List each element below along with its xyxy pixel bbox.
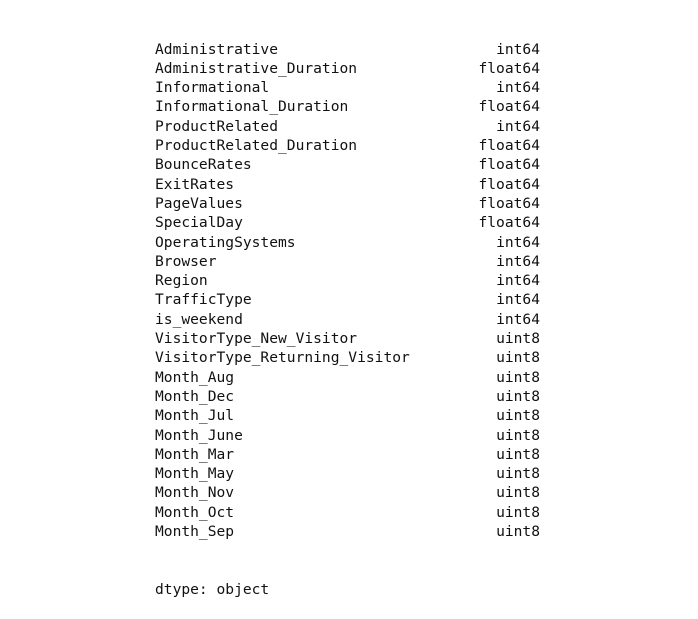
dtype-row: ProductRelated int64 <box>155 117 540 136</box>
column-dtype: int64 <box>496 117 540 135</box>
column-name: Informational <box>155 79 270 97</box>
column-dtype: int64 <box>496 79 540 97</box>
column-name: Month_Jul <box>155 407 235 425</box>
column-dtype: int64 <box>496 252 540 270</box>
column-dtype: float64 <box>478 175 540 193</box>
column-name: is_weekend <box>155 310 243 328</box>
dtype-row: Informational_Duration float64 <box>155 97 540 116</box>
dtype-row: Month_June uint8 <box>155 426 540 445</box>
dtype-row: VisitorType_Returning_Visitor uint8 <box>155 348 540 367</box>
dtype-row: Month_Mar uint8 <box>155 445 540 464</box>
column-name: ProductRelated_Duration <box>155 137 358 155</box>
column-dtype: float64 <box>478 98 540 116</box>
dtype-row: Month_Aug uint8 <box>155 368 540 387</box>
column-name: ExitRates <box>155 175 235 193</box>
column-name: VisitorType_Returning_Visitor <box>155 349 410 367</box>
column-name: OperatingSystems <box>155 233 296 251</box>
column-dtype: float64 <box>478 156 540 174</box>
column-dtype: uint8 <box>496 426 540 444</box>
column-dtype: int64 <box>496 233 540 251</box>
column-name: Month_May <box>155 465 235 483</box>
dtype-row: SpecialDay float64 <box>155 213 540 232</box>
column-name: ProductRelated <box>155 117 279 135</box>
column-name: Month_Nov <box>155 484 235 502</box>
column-dtype: int64 <box>496 272 540 290</box>
dtype-row: Month_Jul uint8 <box>155 406 540 425</box>
column-name: Month_June <box>155 426 243 444</box>
column-name: Browser <box>155 252 217 270</box>
dtype-row: ProductRelated_Duration float64 <box>155 136 540 155</box>
column-dtype: uint8 <box>496 465 540 483</box>
column-dtype: uint8 <box>496 445 540 463</box>
column-name: SpecialDay <box>155 214 243 232</box>
dtype-row: ExitRates float64 <box>155 175 540 194</box>
column-dtype: uint8 <box>496 368 540 386</box>
dtype-row: PageValues float64 <box>155 194 540 213</box>
dtypes-list: Administrative int64 Administrative_Durati… <box>155 40 540 542</box>
dtype-row: Region int64 <box>155 271 540 290</box>
dtype-row: Administrative int64 <box>155 40 540 59</box>
column-dtype: float64 <box>478 59 540 77</box>
dtype-row: TrafficType int64 <box>155 290 540 309</box>
column-name: VisitorType_New_Visitor <box>155 330 358 348</box>
dtype-row: is_weekend int64 <box>155 310 540 329</box>
dtype-row: OperatingSystems int64 <box>155 233 540 252</box>
dtype-footer: dtype: object <box>155 580 270 598</box>
column-name: PageValues <box>155 194 243 212</box>
column-dtype: uint8 <box>496 407 540 425</box>
column-name: Month_Aug <box>155 368 235 386</box>
dtypes-output: Administrative int64 Administrative_Durati… <box>155 1 540 619</box>
column-name: Informational_Duration <box>155 98 349 116</box>
column-dtype: uint8 <box>496 387 540 405</box>
column-dtype: uint8 <box>496 349 540 367</box>
column-name: Month_Mar <box>155 445 235 463</box>
dtype-row: Informational int64 <box>155 78 540 97</box>
dtype-row: VisitorType_New_Visitor uint8 <box>155 329 540 348</box>
column-dtype: uint8 <box>496 484 540 502</box>
column-name: Administrative <box>155 40 279 58</box>
dtype-row: Month_May uint8 <box>155 464 540 483</box>
column-dtype: float64 <box>478 214 540 232</box>
column-name: BounceRates <box>155 156 252 174</box>
column-dtype: int64 <box>496 310 540 328</box>
column-dtype: uint8 <box>496 503 540 521</box>
dtype-row: Month_Nov uint8 <box>155 483 540 502</box>
column-dtype: float64 <box>478 194 540 212</box>
dtype-row: Browser int64 <box>155 252 540 271</box>
dtype-row: Month_Oct uint8 <box>155 503 540 522</box>
column-dtype: uint8 <box>496 330 540 348</box>
column-name: Region <box>155 272 208 290</box>
column-dtype: float64 <box>478 137 540 155</box>
column-name: Month_Dec <box>155 387 235 405</box>
dtype-row: Administrative_Duration float64 <box>155 59 540 78</box>
dtype-row: BounceRates float64 <box>155 155 540 174</box>
column-dtype: int64 <box>496 40 540 58</box>
column-dtype: int64 <box>496 291 540 309</box>
dtype-row: Month_Dec uint8 <box>155 387 540 406</box>
column-name: Administrative_Duration <box>155 59 358 77</box>
column-name: TrafficType <box>155 291 252 309</box>
column-name: Month_Oct <box>155 503 235 521</box>
